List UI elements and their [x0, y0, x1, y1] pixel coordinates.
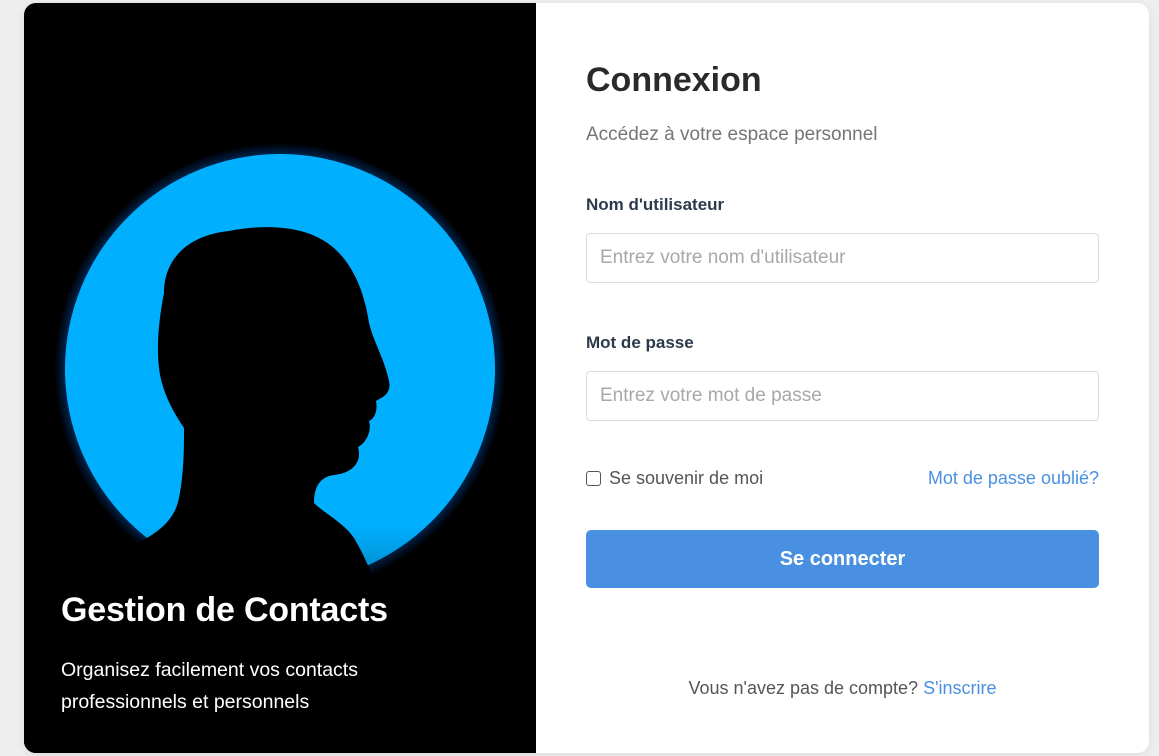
remember-me-label[interactable]: Se souvenir de moi	[609, 468, 763, 489]
hero-panel: Gestion de Contacts Organisez facilement…	[24, 3, 536, 753]
signup-link[interactable]: S'inscrire	[923, 678, 996, 698]
username-label: Nom d'utilisateur	[586, 195, 725, 214]
signup-prompt-text: Vous n'avez pas de compte?	[688, 678, 924, 698]
hero-title: Gestion de Contacts	[61, 591, 388, 629]
forgot-password-link[interactable]: Mot de passe oublié?	[928, 468, 1099, 489]
page-subtitle: Accédez à votre espace personnel	[586, 124, 878, 145]
signup-prompt: Vous n'avez pas de compte? S'inscrire	[586, 678, 1099, 699]
login-button[interactable]: Se connecter	[586, 530, 1099, 588]
password-input[interactable]	[586, 371, 1099, 421]
hero-subtitle: Organisez facilement vos contacts profes…	[61, 659, 358, 713]
page-title: Connexion	[586, 61, 762, 99]
remember-me-checkbox[interactable]	[586, 471, 601, 486]
hero-image	[24, 143, 536, 753]
remember-me: Se souvenir de moi	[586, 468, 763, 489]
login-form-panel: Connexion Accédez à votre espace personn…	[536, 3, 1149, 753]
password-label: Mot de passe	[586, 333, 694, 352]
username-input[interactable]	[586, 233, 1099, 283]
login-card: Gestion de Contacts Organisez facilement…	[24, 3, 1149, 753]
